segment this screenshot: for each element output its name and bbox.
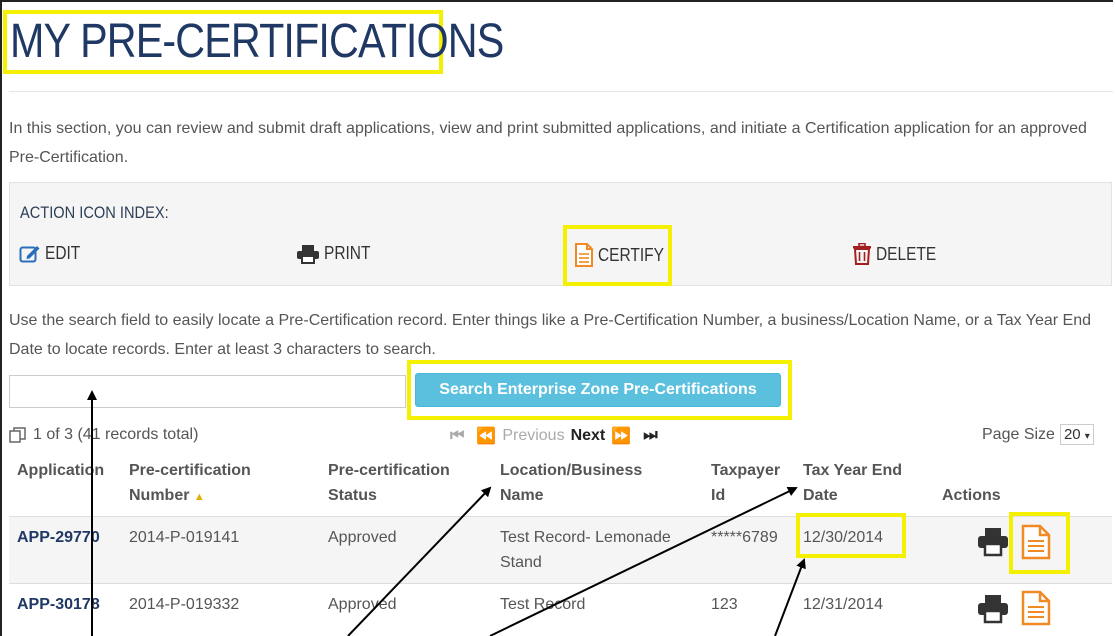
- row-number: 2014-P-019332: [129, 596, 240, 613]
- first-page-icon[interactable]: ⏮: [450, 427, 464, 445]
- next-link[interactable]: Next: [571, 427, 606, 445]
- record-count: 1 of 3 (41 records total): [9, 426, 198, 444]
- index-edit-label: EDIT: [45, 243, 81, 263]
- sort-asc-icon: ▲: [193, 491, 205, 503]
- row-application-link[interactable]: APP-30178: [17, 592, 100, 617]
- index-edit: EDIT: [19, 243, 86, 264]
- row-status: Approved: [328, 596, 397, 613]
- header-location-line2: Name: [500, 487, 544, 504]
- print-icon: [297, 244, 319, 264]
- next-icon[interactable]: ⏩: [611, 426, 631, 446]
- search-help-text: Use the search field to easily locate a …: [9, 312, 1092, 358]
- previous-icon[interactable]: ⏪: [476, 426, 496, 446]
- header-status[interactable]: Pre-certification Status: [328, 458, 450, 508]
- certify-icon[interactable]: [1021, 524, 1051, 560]
- date-highlight: [796, 513, 906, 558]
- header-taxpayer[interactable]: Taxpayer Id: [711, 458, 780, 508]
- header-number[interactable]: Pre-certification Number ▲: [129, 458, 251, 510]
- header-application[interactable]: Application: [17, 458, 104, 483]
- record-count-text: 1 of 3 (41 records total): [33, 426, 199, 443]
- index-delete-label: DELETE: [876, 243, 937, 264]
- header-taxpayer-line1: Taxpayer: [711, 462, 781, 479]
- row-divider: [9, 583, 1112, 584]
- header-location[interactable]: Location/Business Name: [500, 458, 642, 508]
- row-status: Approved: [328, 529, 397, 546]
- action-index-title: ACTION ICON INDEX:: [20, 203, 169, 222]
- index-print: PRINT: [296, 243, 378, 264]
- intro-text: In this section, you can review and subm…: [9, 120, 1087, 166]
- page-size-value: 20: [1063, 426, 1081, 443]
- header-number-text: Number: [129, 487, 190, 504]
- print-icon[interactable]: [977, 594, 1009, 624]
- header-status-line2: Status: [328, 487, 377, 504]
- header-taxpayer-line2: Id: [711, 487, 726, 504]
- header-status-line1: Pre-certification: [328, 462, 450, 479]
- page-size-control: Page Size 20 ▾: [982, 424, 1094, 445]
- row-tax-year-end: 12/31/2014: [803, 596, 884, 613]
- previous-link[interactable]: Previous: [502, 427, 564, 445]
- row-application-link[interactable]: APP-29770: [17, 525, 100, 550]
- index-print-label: PRINT: [324, 243, 371, 263]
- print-icon[interactable]: [977, 527, 1009, 557]
- row-taxpayer: 123: [711, 596, 738, 613]
- header-location-line1: Location/Business: [500, 462, 643, 479]
- index-delete: DELETE: [852, 243, 946, 265]
- search-input[interactable]: [9, 375, 406, 408]
- header-number-line1: Pre-certification: [129, 462, 251, 479]
- row-taxpayer: *****6789: [711, 529, 778, 546]
- divider: [9, 91, 1113, 92]
- row-location-line1: Test Record- Lemonade: [500, 529, 671, 546]
- row-number: 2014-P-019141: [129, 529, 240, 546]
- trash-icon: [853, 243, 871, 265]
- action-icon-index: ACTION ICON INDEX: EDIT PRINT CERTIFY DE…: [9, 182, 1112, 286]
- header-number-line2: Number ▲: [129, 483, 251, 510]
- header-taxyear-line2: Date: [803, 487, 838, 504]
- row-location-line2: Stand: [500, 554, 542, 571]
- chevron-down-icon: ▾: [1084, 431, 1090, 442]
- row-location: Test Record: [500, 596, 586, 613]
- page-size-select[interactable]: 20 ▾: [1059, 424, 1094, 445]
- pager: ⏮ ⏪ Previous Next ⏩ ⏭: [450, 426, 658, 446]
- page-size-label: Page Size: [982, 425, 1055, 443]
- edit-icon: [19, 245, 40, 262]
- page-title: MY PRE-CERTIFICATIONS: [10, 15, 504, 68]
- header-taxyear-line1: Tax Year End: [803, 462, 903, 479]
- copy-icon: [9, 427, 26, 443]
- search-button[interactable]: Search Enterprise Zone Pre-Certification…: [415, 373, 781, 407]
- header-tax-year-end[interactable]: Tax Year End Date: [803, 458, 902, 508]
- last-page-icon[interactable]: ⏭: [643, 427, 657, 445]
- row-location: Test Record- Lemonade Stand: [500, 525, 671, 575]
- certify-highlight: [563, 225, 672, 286]
- certify-icon[interactable]: [1021, 590, 1051, 626]
- header-actions: Actions: [942, 487, 1001, 504]
